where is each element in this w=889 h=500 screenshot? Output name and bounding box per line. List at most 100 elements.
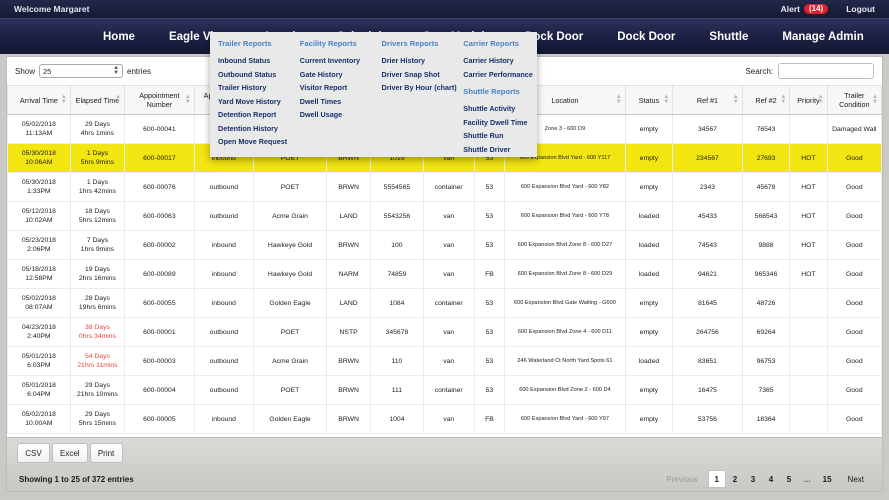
column-header-ref1[interactable]: Ref #1 ▲ ▼ xyxy=(672,85,743,115)
entries-label: entries xyxy=(127,66,152,76)
cell-location: 600 Expansion Blvd Yard - 600 Y97 xyxy=(504,404,626,434)
menu-item-visitor-report[interactable]: Visitor Report xyxy=(300,81,370,95)
search-label: Search: xyxy=(745,66,773,76)
cell-trailer-condition: Good xyxy=(826,143,883,173)
menu-item-shuttle-activity[interactable]: Shuttle Activity xyxy=(463,102,533,116)
cell-trailer-number: 1004 xyxy=(370,404,424,434)
cell-equipment-type: van xyxy=(422,317,475,347)
cell-shipper: Hawkeye Gold xyxy=(253,230,328,260)
table-row[interactable]: 05/02/2018 10:00AM 29 Days 5hrs 15mins 600-0… xyxy=(7,404,883,434)
pagination-page-3[interactable]: 3 xyxy=(744,470,762,488)
menu-item-shuttle-driver[interactable]: Shuttle Driver xyxy=(463,143,533,157)
table-row[interactable]: 05/01/2018 6:03PM 54 Days 21hrs 11mins 600-0… xyxy=(7,346,883,376)
cell-status: loaded xyxy=(624,259,674,289)
pagination-previous[interactable]: Previous xyxy=(660,470,707,488)
nav-item-dock-door-2[interactable]: Dock Door xyxy=(600,19,692,55)
cell-status: loaded xyxy=(624,201,674,231)
cell-appointment-type: outbound xyxy=(193,317,255,347)
cell-trailer-condition: Good xyxy=(826,172,883,202)
menu-item-current-inventory[interactable]: Current Inventory xyxy=(300,54,370,68)
menu-item-dwell-times[interactable]: Dwell Times xyxy=(300,95,370,109)
menu-item-trailer-history[interactable]: Trailer History xyxy=(218,81,288,95)
menu-item-carrier-performance[interactable]: Carrier Performance xyxy=(463,68,533,82)
sort-arrows-icon: ▲▼ xyxy=(115,94,122,105)
menu-item-driver-snap-shot[interactable]: Driver Snap Shot xyxy=(382,68,452,82)
column-header-appointment-number[interactable]: Appointment Number ▲ ▼ xyxy=(124,85,195,115)
table-row[interactable]: 04/23/2018 2:40PM 38 Days 0hrs 34mins 600-00… xyxy=(7,317,883,347)
export-csv-button[interactable]: CSV xyxy=(17,443,50,463)
menu-item-dwell-usage[interactable]: Dwell Usage xyxy=(300,108,370,122)
menu-item-yard-move-history[interactable]: Yard Move History xyxy=(218,95,288,109)
dropdown-heading-drivers-reports[interactable]: Drivers Reports xyxy=(382,39,452,49)
column-header-status[interactable]: Status ▲ ▼ xyxy=(624,85,674,115)
cell-trailer-number: 1084 xyxy=(370,288,424,318)
search-input[interactable] xyxy=(778,63,874,79)
pagination-next[interactable]: Next xyxy=(838,470,870,488)
pagination-page-2[interactable]: 2 xyxy=(726,470,744,488)
nav-item-shuttle[interactable]: Shuttle xyxy=(692,19,765,55)
pagination-page-15[interactable]: 15 xyxy=(817,470,838,488)
page-size-select[interactable]: 25 ▲ ▼ xyxy=(39,64,124,78)
menu-item-inbound-status[interactable]: Inbound Status xyxy=(218,54,288,68)
table-row[interactable]: 05/23/2018 2:06PM 7 Days 1hrs 9mins 600-0000… xyxy=(7,230,883,260)
menu-item-carrier-history[interactable]: Carrier History xyxy=(463,54,533,68)
menu-item-outbound-status[interactable]: Outbound Status xyxy=(218,68,288,82)
table-row[interactable]: 05/30/2018 1:33PM 1 Days 1hrs 42mins 600-000… xyxy=(7,172,883,202)
column-header-elapsed-time[interactable]: Elapsed Time ▲ ▼ xyxy=(69,85,126,115)
cell-trailer-number: 5543256 xyxy=(370,201,424,231)
cell-status: empty xyxy=(624,288,674,318)
nav-item-home[interactable]: Home xyxy=(86,19,152,55)
menu-item-facility-dwell-time[interactable]: Facility Dwell Time xyxy=(463,116,533,130)
alert-button[interactable]: Alert (14) xyxy=(781,3,829,15)
cell-shipper: Golden Eagle xyxy=(253,404,328,434)
cell-elapsed-time: 29 Days 4hrs 1mins xyxy=(69,114,126,144)
nav-item-manage-admin[interactable]: Manage Admin xyxy=(765,19,880,55)
cell-location: 600 Expansion Blvd Zone 2 - 600 D4 xyxy=(504,375,626,405)
sort-arrows-icon: ▲▼ xyxy=(184,94,191,105)
column-header-trailer-condition[interactable]: Trailer Condition ▲ ▼ xyxy=(826,85,883,115)
export-excel-button[interactable]: Excel xyxy=(52,443,88,463)
export-buttons: CSV Excel Print xyxy=(7,438,882,463)
cell-elapsed-time: 18 Days 5hrs 12mins xyxy=(69,201,126,231)
column-header-arrival-time[interactable]: Arrival Time ▲ ▼ xyxy=(7,85,71,115)
cell-appointment-type: outbound xyxy=(193,346,255,376)
print-button[interactable]: Print xyxy=(89,443,123,463)
column-header-ref2[interactable]: Ref #2 ▲ ▼ xyxy=(741,85,791,115)
cell-trailer-condition: Good xyxy=(826,288,883,318)
cell-status: empty xyxy=(624,317,674,347)
menu-item-shuttle-run[interactable]: Shuttle Run xyxy=(463,129,533,143)
logout-link[interactable]: Logout xyxy=(846,4,875,14)
cell-appointment-number: 600-00055 xyxy=(124,288,195,318)
menu-item-gate-history[interactable]: Gate History xyxy=(300,68,370,82)
table-row[interactable]: 05/18/2018 12:58PM 19 Days 2hrs 16mins 600-0… xyxy=(7,259,883,289)
menu-item-detention-report[interactable]: Detention Report xyxy=(218,108,288,122)
cell-ref1: 81645 xyxy=(672,288,743,318)
menu-item-driver-by-hour-chart[interactable]: Driver By Hour (chart) xyxy=(382,81,457,95)
cell-location: 246 Waterland Ct North Yard Spots 61 xyxy=(504,346,626,376)
menu-item-detention-history[interactable]: Detention History xyxy=(218,122,288,136)
cell-priority xyxy=(789,404,828,434)
table-row[interactable]: 05/12/2018 10:02AM 18 Days 5hrs 12mins 600-0… xyxy=(7,201,883,231)
cell-ref1: 53756 xyxy=(672,404,743,434)
cell-size: FB xyxy=(473,404,506,434)
reports-dropdown-menu: Trailer Reports Inbound Status Outbound … xyxy=(210,32,537,157)
dropdown-heading-shuttle-reports[interactable]: Shuttle Reports xyxy=(463,87,533,97)
cell-location: 600 Expansion Blvd Yard - 600 Y82 xyxy=(504,172,626,202)
dropdown-heading-carrier-reports[interactable]: Carrier Reports xyxy=(463,39,533,49)
menu-item-drier-history[interactable]: Drier History xyxy=(382,54,452,68)
pagination-page-4[interactable]: 4 xyxy=(762,470,780,488)
cell-status: loaded xyxy=(624,346,674,376)
cell-equipment-type: van xyxy=(422,259,475,289)
table-row[interactable]: 05/01/2018 6:04PM 29 Days 21hrs 10mins 600-0… xyxy=(7,375,883,405)
sort-arrows-icon: ▲▼ xyxy=(780,94,787,105)
cell-arrival-time: 05/12/2018 10:02AM xyxy=(7,201,71,231)
dropdown-heading-trailer-reports[interactable]: Trailer Reports xyxy=(218,39,288,49)
table-row[interactable]: 05/02/2018 08:07AM 28 Days 19hrs 6mins 600-0… xyxy=(7,288,883,318)
cell-priority xyxy=(789,375,828,405)
column-header-priority[interactable]: Priority ▲ ▼ xyxy=(789,85,828,115)
cell-carrier: NSTP xyxy=(326,317,372,347)
pagination-page-1[interactable]: 1 xyxy=(707,470,726,488)
dropdown-heading-facility-reports[interactable]: Facility Reports xyxy=(300,39,370,49)
menu-item-open-move-request[interactable]: Open Move Request xyxy=(218,135,288,149)
pagination-page-5[interactable]: 5 xyxy=(780,470,798,488)
